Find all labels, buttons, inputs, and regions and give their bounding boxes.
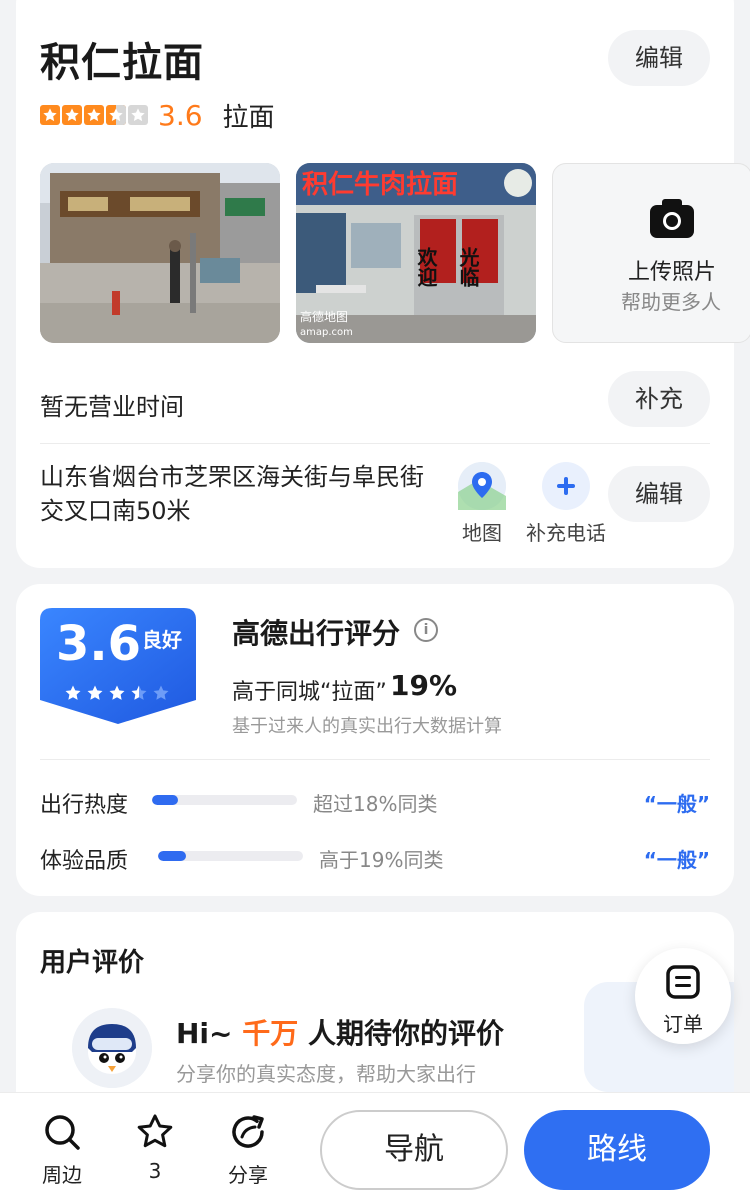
star-icon	[40, 105, 60, 125]
map-pin-icon	[458, 462, 506, 510]
upload-photo-title: 上传照片	[628, 260, 717, 285]
camera-icon	[650, 198, 694, 242]
photo-watermark-url: amap.com	[300, 327, 353, 338]
score-compare-percent: 19%	[390, 669, 458, 702]
edit-name-button[interactable]: 编辑	[608, 30, 710, 86]
store-sign-text: 积仁牛肉拉面	[302, 169, 458, 200]
metric-popularity-label: 出行热度	[40, 793, 129, 818]
shop-photo-1[interactable]	[40, 163, 280, 343]
metric-popularity-text: 超过18%同类	[313, 792, 438, 816]
half-star-icon	[131, 685, 147, 700]
metric-quality-fill	[158, 851, 186, 861]
star-icon	[62, 105, 82, 125]
door-left-text: 欢迎	[414, 246, 438, 288]
score-note: 基于过来人的真实出行大数据计算	[232, 716, 502, 737]
bottom-action-bar: 周边 3 分享 导航 路线	[0, 1092, 750, 1204]
nearby-label: 周边	[42, 1163, 82, 1187]
half-star-icon	[106, 105, 126, 125]
review-invite-suffix: 人期待你的评价	[298, 1017, 505, 1050]
edit-address-button[interactable]: 编辑	[608, 466, 710, 522]
route-button[interactable]: 路线	[524, 1110, 710, 1190]
review-invite-count: 千万	[242, 1017, 299, 1050]
category-label: 拉面	[222, 102, 275, 133]
star-icon	[84, 105, 104, 125]
search-icon	[45, 1115, 80, 1150]
star-icon	[87, 685, 103, 700]
metric-popularity-grade: “一般”	[643, 792, 710, 816]
shop-photo-2[interactable]: 积仁牛肉拉面 欢迎 光临 高德地图 amap.com	[296, 163, 536, 343]
info-icon[interactable]: i	[414, 618, 438, 642]
map-label: 地图	[462, 521, 502, 545]
review-invite-prefix: Hi~	[176, 1017, 243, 1050]
score-badge-value: 3.6	[56, 616, 142, 672]
score-compare-text: 高于同城“拉面”	[232, 680, 387, 705]
review-invite-headline: Hi~ 千万 人期待你的评价	[176, 1012, 504, 1052]
rating-row: 3.6 拉面	[40, 97, 275, 133]
photo-watermark: 高德地图	[300, 309, 348, 324]
star-icon	[65, 685, 81, 700]
empty-star-icon	[128, 105, 148, 125]
favorite-count: 3	[148, 1159, 162, 1183]
poi-info-card: 积仁拉面 编辑 3.6 拉面 积仁牛肉拉面 欢迎 光临 高德地图 amap.co…	[16, 0, 750, 568]
divider	[40, 443, 710, 444]
order-label: 订单	[663, 1012, 703, 1036]
upload-photo-subtitle: 帮助更多人	[621, 290, 721, 314]
address-text[interactable]: 山东省烟台市芝罘区海关街与阜民街交叉口南50米	[40, 460, 430, 528]
empty-star-icon	[153, 685, 169, 700]
score-level: 良好	[142, 628, 182, 652]
metric-quality-bar	[158, 851, 303, 861]
star-icon	[109, 685, 125, 700]
navigate-button[interactable]: 导航	[320, 1110, 508, 1190]
score-badge: 3.6 良好	[40, 608, 196, 724]
door-right-text: 光临	[456, 247, 480, 287]
divider	[40, 759, 710, 760]
business-hours: 暂无营业时间	[40, 393, 184, 421]
rating-value: 3.6	[158, 98, 203, 132]
shop-name: 积仁拉面	[40, 40, 204, 86]
metric-quality-grade: “一般”	[643, 848, 710, 872]
review-section-title: 用户评价	[40, 948, 145, 978]
map-button[interactable]	[458, 462, 506, 510]
plus-icon	[557, 477, 575, 495]
metric-quality-text: 高于19%同类	[319, 848, 444, 872]
rating-stars	[40, 105, 148, 125]
add-phone-label: 补充电话	[526, 521, 606, 545]
order-icon	[665, 964, 701, 1004]
add-phone-button[interactable]	[542, 462, 590, 510]
upload-photo-button[interactable]: 上传照片 帮助更多人	[552, 163, 750, 343]
amap-score-card: 3.6 良好 高德出行评分 i 高于同城“拉面” 19% 基于过来人的真实出行大…	[16, 584, 734, 896]
star-outline-icon	[137, 1114, 173, 1148]
review-invite-subtitle: 分享你的真实态度，帮助大家出行	[176, 1062, 476, 1086]
metric-popularity-bar	[152, 795, 297, 805]
score-title: 高德出行评分	[232, 617, 401, 650]
order-button[interactable]: 订单	[635, 948, 731, 1044]
share-icon	[232, 1115, 264, 1148]
share-label: 分享	[228, 1163, 268, 1187]
score-stars	[64, 684, 170, 702]
mascot-avatar	[72, 1008, 152, 1088]
metric-popularity-fill	[152, 795, 179, 805]
supplement-hours-button[interactable]: 补充	[608, 371, 710, 427]
metric-quality-label: 体验品质	[40, 849, 129, 874]
